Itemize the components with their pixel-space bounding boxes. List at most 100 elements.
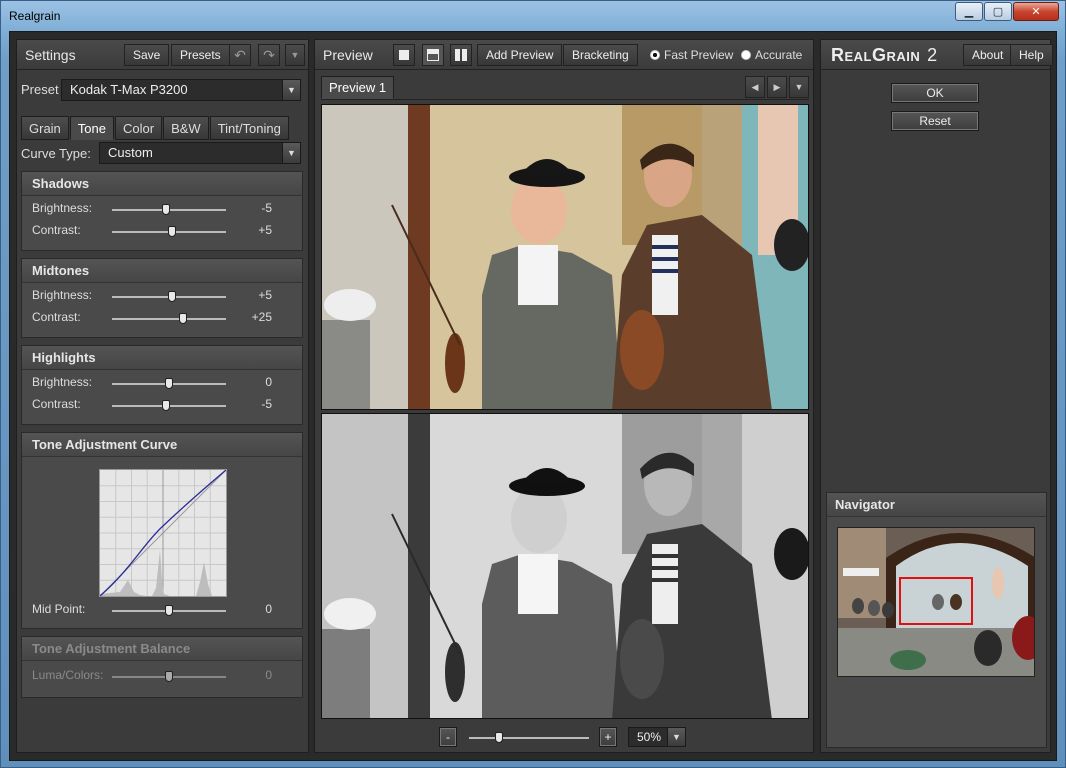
slider-thumb[interactable]: [167, 291, 176, 302]
maximize-icon: ▢: [992, 6, 1004, 18]
settings-tabs: Grain Tone Color B&W Tint/Toning: [21, 116, 290, 140]
accurate-label: Accurate: [755, 48, 803, 62]
add-preview-button[interactable]: Add Preview: [477, 44, 563, 66]
zoom-in-button[interactable]: +: [599, 727, 617, 747]
zoom-out-button[interactable]: -: [439, 727, 457, 747]
highlights-brightness-slider[interactable]: [112, 378, 226, 389]
app-window: Realgrain ▁ ▢ ✕ Settings Save Presets ↶ …: [0, 0, 1066, 768]
slider-thumb[interactable]: [167, 226, 176, 237]
navigator-thumbnail[interactable]: [837, 527, 1035, 677]
tab-grain[interactable]: Grain: [21, 116, 69, 140]
settings-panel: Settings Save Presets ↶ ↷ ▼ Preset Kodak…: [16, 39, 309, 753]
midtones-brightness-label: Brightness:: [32, 288, 93, 302]
tone-curve-svg[interactable]: [99, 469, 227, 597]
highlights-section: Highlights Brightness: 0 Contrast: -5: [21, 345, 303, 425]
navigator-title: Navigator: [827, 493, 1046, 517]
curve-type-label: Curve Type:: [21, 146, 91, 161]
app-version: 2: [927, 45, 938, 65]
presets-button[interactable]: Presets: [171, 44, 230, 66]
street-musicians-photo-bw: [322, 414, 808, 718]
single-view-icon: [399, 50, 409, 60]
midtones-contrast-value: +25: [251, 310, 272, 324]
slider-thumb[interactable]: [165, 605, 173, 616]
highlights-contrast-label: Contrast:: [32, 397, 81, 411]
preview-tabbar: Preview 1 ◀ ▶ ▼: [321, 76, 809, 100]
reset-button[interactable]: Reset: [891, 111, 979, 131]
luma-colors-slider[interactable]: [112, 671, 226, 682]
title-bar[interactable]: Realgrain ▁ ▢ ✕: [1, 1, 1065, 29]
fast-preview-label: Fast Preview: [664, 48, 734, 62]
preset-select[interactable]: Kodak T-Max P3200 ▼: [61, 79, 301, 101]
about-button[interactable]: About: [963, 44, 1013, 66]
split-vertical-button[interactable]: [450, 44, 472, 66]
preview-original-image[interactable]: [321, 104, 809, 410]
balance-section: Tone Adjustment Balance Luma/Colors: 0: [21, 636, 303, 698]
tab-tint-toning[interactable]: Tint/Toning: [209, 116, 289, 140]
navigator-photo: [838, 528, 1034, 676]
maximize-button[interactable]: ▢: [984, 2, 1012, 21]
tabs-prev-button[interactable]: ◀: [745, 76, 765, 98]
radio-unselected-icon: [741, 50, 751, 60]
history-dropdown-button[interactable]: ▼: [285, 44, 305, 66]
curve-section: Tone Adjustment Curve Mid Point: 0: [21, 432, 303, 629]
slider-thumb[interactable]: [165, 378, 173, 389]
settings-header: Settings Save Presets ↶ ↷ ▼: [17, 40, 308, 70]
preview-processed-image[interactable]: [321, 413, 809, 719]
tab-bw[interactable]: B&W: [163, 116, 209, 140]
highlights-contrast-slider[interactable]: [112, 400, 226, 411]
tab-tone[interactable]: Tone: [69, 116, 114, 140]
close-icon: ✕: [1031, 6, 1041, 18]
tab-preview-1[interactable]: Preview 1: [321, 76, 395, 99]
midtones-brightness-slider[interactable]: [112, 291, 226, 302]
midtones-contrast-slider[interactable]: [112, 313, 226, 324]
tabs-menu-button[interactable]: ▼: [789, 76, 809, 98]
tone-curve-graph[interactable]: [99, 469, 227, 597]
undo-icon: ↶: [234, 47, 246, 63]
midpoint-slider[interactable]: [112, 605, 226, 616]
slider-thumb[interactable]: [162, 204, 171, 215]
shadows-brightness-slider[interactable]: [112, 204, 226, 215]
preset-value: Kodak T-Max P3200: [70, 82, 188, 97]
balance-title: Tone Adjustment Balance: [22, 637, 302, 661]
histogram-shadows: [100, 580, 146, 596]
split-horizontal-button[interactable]: [422, 44, 444, 66]
midtones-title: Midtones: [22, 259, 302, 283]
accurate-radio[interactable]: Accurate: [741, 48, 802, 62]
close-button[interactable]: ✕: [1013, 2, 1059, 21]
app-logo: REALGRAIN 2: [831, 45, 938, 65]
slider-thumb[interactable]: [495, 732, 503, 743]
redo-icon: ↷: [263, 47, 275, 63]
zoom-slider[interactable]: [469, 732, 589, 743]
ok-button[interactable]: OK: [891, 83, 979, 103]
chevron-down-icon: ▼: [282, 80, 300, 100]
chevron-right-icon: ▶: [773, 82, 781, 92]
slider-thumb[interactable]: [179, 313, 188, 324]
redo-button[interactable]: ↷: [258, 44, 280, 66]
help-button[interactable]: Help: [1010, 44, 1053, 66]
shadows-contrast-slider[interactable]: [112, 226, 226, 237]
midpoint-value: 0: [265, 602, 272, 616]
midtones-brightness-value: +5: [258, 288, 272, 302]
radio-selected-icon: [650, 50, 660, 60]
single-view-button[interactable]: [393, 44, 415, 66]
highlights-brightness-label: Brightness:: [32, 375, 93, 389]
bracketing-button[interactable]: Bracketing: [563, 44, 638, 66]
undo-button[interactable]: ↶: [229, 44, 251, 66]
chevron-down-icon: ▼: [794, 82, 804, 92]
tab-color[interactable]: Color: [115, 116, 163, 140]
chevron-down-icon: ▼: [667, 728, 685, 746]
shadows-brightness-value: -5: [261, 201, 272, 215]
slider-thumb[interactable]: [165, 671, 173, 682]
fast-preview-radio[interactable]: Fast Preview: [650, 48, 733, 62]
curve-type-select[interactable]: Custom ▼: [99, 142, 301, 164]
highlights-brightness-value: 0: [265, 375, 272, 389]
save-button[interactable]: Save: [124, 44, 170, 66]
chevron-down-icon: ▼: [290, 50, 300, 60]
tabs-next-button[interactable]: ▶: [767, 76, 787, 98]
shadows-section: Shadows Brightness: -5 Contrast: +5: [21, 171, 303, 251]
slider-thumb[interactable]: [162, 400, 171, 411]
histogram-midtones: [152, 550, 170, 596]
preview-panel: Preview Add Preview Bracketing Fast Prev…: [314, 39, 814, 753]
zoom-select[interactable]: 50% ▼: [628, 727, 686, 747]
minimize-button[interactable]: ▁: [955, 2, 983, 21]
